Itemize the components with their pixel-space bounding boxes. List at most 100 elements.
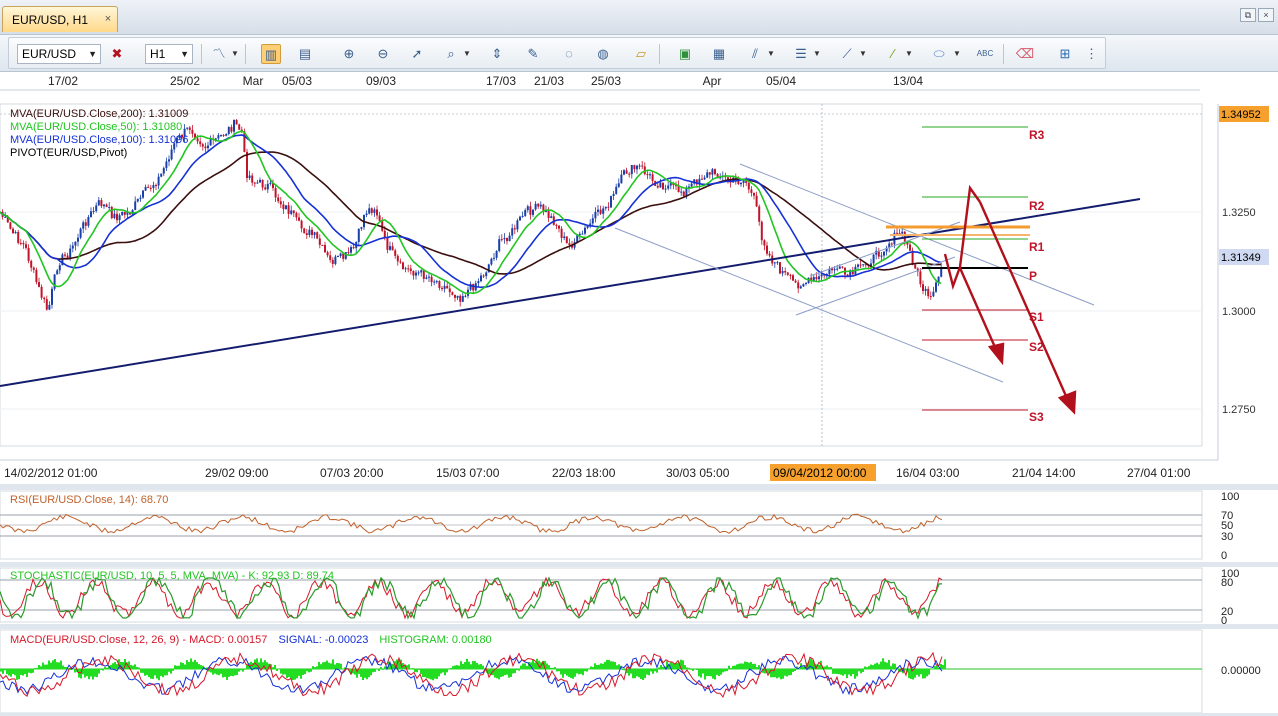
candle-body [753,192,755,196]
chevron-down-icon[interactable]: ▼ [859,44,867,64]
tree-icon[interactable]: ⊞ [1055,44,1075,64]
stochastic-pane[interactable]: STOCHASTIC(EUR/USD, 10, 5, 5, MVA, MVA) … [0,567,1239,627]
macd-histogram-bar [242,669,244,672]
time-label: 14/02/2012 01:00 [4,466,98,480]
macd-histogram-bar [716,669,718,675]
candle-body [113,213,116,219]
macd-histogram-bar [88,669,90,680]
macd-histogram-bar [758,665,760,670]
text-icon[interactable]: ABC [975,44,995,64]
chevron-down-icon[interactable]: ▼ [813,44,821,64]
restore-icon[interactable]: ⧉ [1240,8,1256,22]
price-pane[interactable] [0,103,1203,447]
macd-histogram-bar [38,665,40,670]
symbol-remove-icon[interactable]: ✖ [107,44,127,64]
cursor-icon[interactable]: ➚ [407,44,427,64]
edit-icon[interactable]: ✎ [523,44,543,64]
candle-body [636,165,638,170]
toolbar-divider [659,44,660,64]
macd-histogram-bar [580,669,582,674]
more-icon[interactable]: ⋮ [1085,44,1098,64]
hide-icon[interactable]: ◌ [559,44,579,64]
chart-tab[interactable]: EUR/USD, H1 × [2,6,118,32]
macd-histogram-bar [174,665,176,670]
macd-histogram-bar [832,669,834,674]
macd-histogram-bar [708,669,710,677]
ruler-icon[interactable]: ▱ [631,44,651,64]
zoom-in-icon[interactable]: ⊕ [339,44,359,64]
macd-histogram-bar [892,663,894,670]
chevron-down-icon[interactable]: ▼ [231,44,239,64]
macd-histogram-bar [604,661,606,670]
macd-histogram-bar [606,659,608,670]
chart-area[interactable]: 17/02 25/02 Mar 05/03 09/03 17/03 21/03 … [0,72,1278,714]
chart-type-icon[interactable]: 〽 [209,44,229,64]
candle-body [269,182,272,184]
template-icon[interactable]: ▦ [709,44,729,64]
window-close-icon[interactable]: × [1258,8,1274,22]
macd-histogram-bar [676,662,678,670]
macd-histogram-bar [802,666,804,670]
candle-body [441,287,443,289]
candle-body [495,251,498,258]
candle-body [48,304,51,310]
trend-tools-icon[interactable]: ⫽ [745,44,765,64]
macd-histogram-bar [572,669,574,679]
candle-body [305,233,308,235]
macd-histogram-bar [362,669,364,681]
macd-histogram-bar [662,666,664,670]
candle-body [763,240,766,246]
chevron-down-icon[interactable]: ▼ [463,44,471,64]
rsi-pane[interactable]: RSI(EUR/USD.Close, 14): 68.70 100 70 50 … [0,490,1239,562]
macd-histogram-bar [862,669,864,672]
macd-histogram-bar [576,669,578,674]
table-icon[interactable]: ▤ [295,44,315,64]
candle-body [308,229,311,235]
period-icon[interactable]: ⌕ [441,44,461,64]
zoom-out-icon[interactable]: ⊖ [373,44,393,64]
candle-body [417,272,420,274]
macd-histogram-bar [296,669,298,679]
macd-pane[interactable]: MACD(EUR/USD.Close, 12, 26, 9) - MACD: 0… [0,629,1261,714]
macd-histogram-bar [230,669,232,676]
picture-icon[interactable]: ▣ [675,44,695,64]
chevron-down-icon[interactable]: ▼ [905,44,913,64]
timeframe-select[interactable]: H1 ▼ [145,44,193,64]
macd-histogram-bar [316,666,318,670]
eraser-icon[interactable]: ⌫ [1015,44,1035,64]
close-icon[interactable]: × [101,12,115,26]
bar-chart-icon[interactable]: ▥ [261,44,281,64]
symbol-select[interactable]: EUR/USD ▼ [17,44,101,64]
globe-icon[interactable]: ◍ [593,44,613,64]
candle-body [186,127,189,129]
ellipse-icon[interactable]: ⬭ [929,44,949,64]
candle-body [311,229,313,235]
fan-icon[interactable]: ⟋ [837,44,857,64]
time-label: 22/03 18:00 [552,466,616,480]
lines-icon[interactable]: ☰ [791,44,811,64]
macd-histogram-bar [94,669,96,677]
top-axis-label: 09/03 [366,74,396,88]
macd-histogram-bar [434,669,436,679]
candle-body [932,291,935,297]
candle-body [303,228,306,234]
chevron-down-icon[interactable]: ▼ [953,44,961,64]
macd-histogram-bar [2,669,4,674]
pen-icon[interactable]: ∕ [883,44,903,64]
pane-splitter[interactable] [0,484,1278,490]
candle-body [394,250,397,256]
macd-histogram-bar [500,669,502,677]
macd-histogram-bar [12,669,14,674]
macd-histogram-bar [454,665,456,670]
macd-histogram-bar [554,667,556,670]
macd-histogram-bar [754,663,756,670]
macd-histogram-bar [472,661,474,670]
chart-canvas[interactable]: 17/02 25/02 Mar 05/03 09/03 17/03 21/03 … [0,72,1278,714]
fit-icon[interactable]: ⇕ [487,44,507,64]
pane-splitter[interactable] [0,562,1278,567]
candle-body [196,138,199,142]
pane-splitter[interactable] [0,624,1278,629]
macd-histogram-bar [46,664,48,670]
macd-histogram-bar [220,669,222,674]
chevron-down-icon[interactable]: ▼ [767,44,775,64]
